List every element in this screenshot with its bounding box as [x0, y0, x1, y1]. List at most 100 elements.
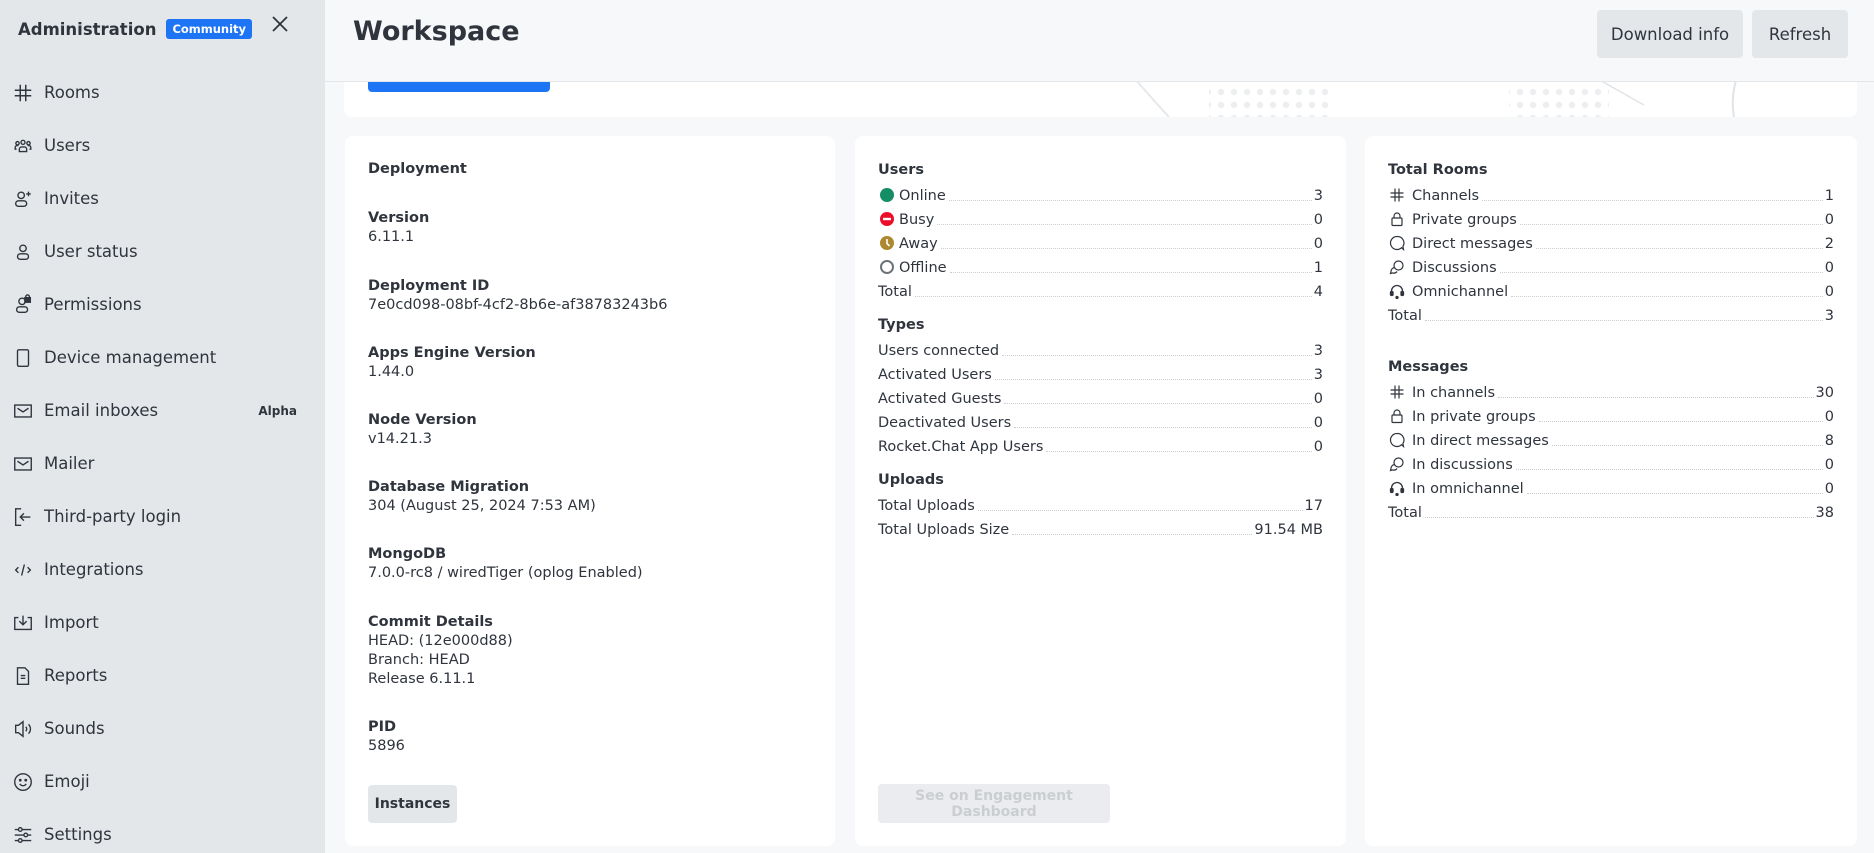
- stat-label: In channels: [1412, 385, 1496, 401]
- stat-value: 38: [1815, 505, 1834, 521]
- sidebar-item-integrations[interactable]: Integrations: [0, 543, 325, 596]
- dotted-leader: [1526, 493, 1823, 494]
- sidebar-item-label: Email inboxes: [44, 401, 159, 420]
- stat-label: Activated Guests: [878, 391, 1002, 407]
- download-info-button[interactable]: Download info: [1597, 10, 1743, 58]
- stat-value: 91.54 MB: [1254, 522, 1323, 538]
- deployment-title: Deployment: [368, 161, 467, 177]
- sidebar-item-label: Emoji: [44, 772, 90, 791]
- stat-label: In discussions: [1412, 457, 1513, 473]
- sidebar-header: Administration Community: [18, 12, 295, 46]
- messages-section: Messages In channels 30 In private group…: [1388, 355, 1834, 523]
- customize-icon: [12, 824, 34, 846]
- stat-row: Total Uploads Size 91.54 MB: [878, 516, 1323, 540]
- stat-row-channels: Channels 1: [1388, 182, 1834, 206]
- stat-value: 1: [1313, 260, 1323, 276]
- sidebar-item-import[interactable]: Import: [0, 596, 325, 649]
- stat-row-total: Total 3: [1388, 302, 1834, 326]
- field-value: 5896: [368, 738, 405, 754]
- node-version-field: Node Version v14.21.3: [368, 411, 477, 449]
- stat-row-in-omnichannel: In omnichannel 0: [1388, 475, 1834, 499]
- hashtag-icon: [1388, 186, 1406, 204]
- users-section: Users Online 3 Busy 0 Away 0 Offline 1 T…: [878, 158, 1323, 302]
- instances-button[interactable]: Instances: [368, 785, 457, 823]
- engagement-dashboard-button[interactable]: See on Engagement Dashboard: [878, 784, 1110, 823]
- user-plus-icon: [12, 188, 34, 210]
- sidebar-title: Administration: [18, 19, 157, 39]
- stat-label: Direct messages: [1412, 236, 1533, 252]
- dotted-leader: [1012, 534, 1253, 535]
- hashtag-icon: [12, 82, 34, 104]
- discussion-icon: [1388, 258, 1406, 276]
- chat-icon: [1388, 234, 1406, 252]
- status-online-icon: [878, 186, 896, 204]
- sidebar-item-rooms[interactable]: Rooms: [0, 66, 325, 119]
- sidebar-item-permissions[interactable]: Permissions: [0, 278, 325, 331]
- total-rooms-section: Total Rooms Channels 1 Private groups 0 …: [1388, 158, 1834, 326]
- field-label: Commit Details: [368, 614, 493, 630]
- section-title: Users: [878, 162, 925, 178]
- sidebar-item-users[interactable]: Users: [0, 119, 325, 172]
- sidebar-item-emoji[interactable]: Emoji: [0, 755, 325, 808]
- mail-icon: [12, 453, 34, 475]
- commit-branch: Branch: HEAD: [368, 652, 470, 668]
- field-value: 7.0.0-rc8 / wiredTiger (oplog Enabled): [368, 565, 643, 581]
- stat-row-direct-messages: Direct messages 2: [1388, 230, 1834, 254]
- users-card: Users Online 3 Busy 0 Away 0 Offline 1 T…: [855, 136, 1346, 846]
- stat-value: 30: [1815, 385, 1834, 401]
- commit-release: Release 6.11.1: [368, 671, 476, 687]
- sidebar-item-reports[interactable]: Reports: [0, 649, 325, 702]
- stat-row-away: Away 0: [878, 230, 1323, 254]
- stat-value: 4: [1313, 284, 1323, 300]
- stat-row-busy: Busy 0: [878, 206, 1323, 230]
- page-header: Workspace Download info Refresh: [325, 0, 1874, 82]
- dotted-leader: [1002, 355, 1312, 356]
- sidebar-item-invites[interactable]: Invites: [0, 172, 325, 225]
- refresh-button[interactable]: Refresh: [1752, 10, 1848, 58]
- stat-row-in-channels: In channels 30: [1388, 379, 1834, 403]
- sidebar-item-settings[interactable]: Settings: [0, 808, 325, 853]
- stat-label: Away: [899, 236, 938, 252]
- field-label: Node Version: [368, 412, 477, 428]
- dotted-leader: [1519, 224, 1823, 225]
- close-icon[interactable]: [268, 12, 292, 36]
- deployment-id-field: Deployment ID 7e0cd098-08bf-4cf2-8b6e-af…: [368, 277, 667, 315]
- field-value: 6.11.1: [368, 229, 415, 245]
- headset-icon: [1388, 479, 1406, 497]
- dotted-leader: [914, 296, 1312, 297]
- sidebar-item-third-party-login[interactable]: Third-party login: [0, 490, 325, 543]
- field-label: Version: [368, 210, 430, 226]
- dotted-leader: [1004, 403, 1312, 404]
- sidebar-item-mailer[interactable]: Mailer: [0, 437, 325, 490]
- dotted-leader: [994, 379, 1312, 380]
- dotted-leader: [1424, 517, 1814, 518]
- uploads-section: Uploads Total Uploads 17 Total Uploads S…: [878, 468, 1323, 540]
- dotted-leader: [1538, 421, 1823, 422]
- mail-icon: [12, 400, 34, 422]
- dotted-leader: [1014, 427, 1312, 428]
- pid-field: PID 5896: [368, 718, 405, 756]
- stat-value: 0: [1824, 212, 1834, 228]
- edition-badge: Community: [166, 19, 253, 39]
- field-label: PID: [368, 719, 397, 735]
- sidebar-item-email-inboxes[interactable]: Email inboxes Alpha: [0, 384, 325, 437]
- stat-row-total: Total 38: [1388, 499, 1834, 523]
- page-title: Workspace: [353, 16, 520, 47]
- stat-row-in-direct-messages: In direct messages 8: [1388, 427, 1834, 451]
- sidebar-item-label: Device management: [44, 348, 217, 367]
- section-title: Types: [878, 317, 925, 333]
- discussion-icon: [1388, 455, 1406, 473]
- stat-label: Busy: [899, 212, 935, 228]
- user-icon: [12, 241, 34, 263]
- stat-label: Total Uploads Size: [878, 522, 1010, 538]
- sidebar-item-user-status[interactable]: User status: [0, 225, 325, 278]
- stat-label: Total Uploads: [878, 498, 975, 514]
- stat-row-discussions: Discussions 0: [1388, 254, 1834, 278]
- admin-sidebar: Administration Community Rooms Users Inv…: [0, 0, 325, 853]
- field-value: 1.44.0: [368, 364, 415, 380]
- chat-icon: [1388, 431, 1406, 449]
- stat-value: 17: [1304, 498, 1323, 514]
- dotted-leader: [948, 200, 1312, 201]
- sidebar-item-device-management[interactable]: Device management: [0, 331, 325, 384]
- sidebar-item-sounds[interactable]: Sounds: [0, 702, 325, 755]
